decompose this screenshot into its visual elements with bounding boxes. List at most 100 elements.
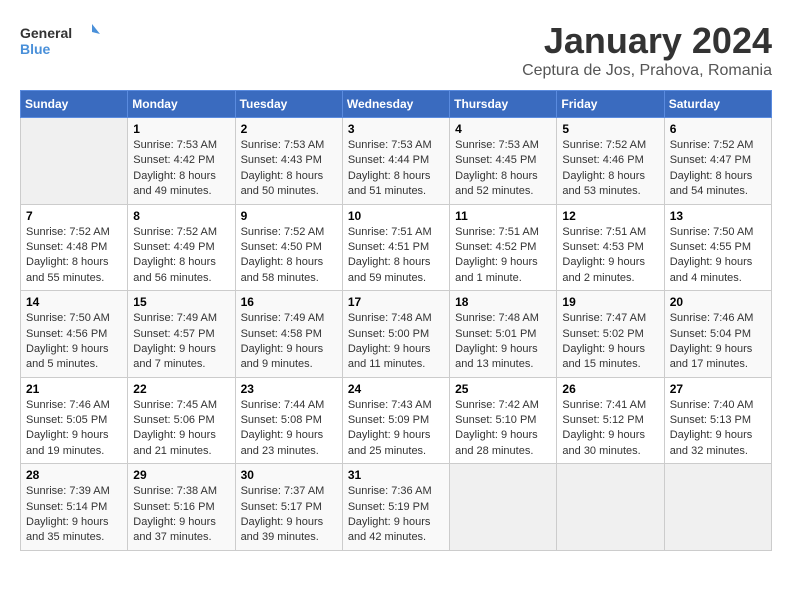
- calendar-cell: 7 Sunrise: 7:52 AMSunset: 4:48 PMDaylight…: [21, 204, 128, 291]
- calendar-cell: 27Sunrise: 7:40 AMSunset: 5:13 PMDayligh…: [664, 377, 771, 464]
- header-cell-tuesday: Tuesday: [235, 91, 342, 118]
- day-info: Sunrise: 7:52 AMSunset: 4:47 PMDaylight:…: [670, 138, 766, 200]
- day-info: Sunrise: 7:44 AMSunset: 5:08 PMDaylight:…: [241, 398, 337, 460]
- day-number: 7: [26, 209, 122, 223]
- day-number: 16: [241, 295, 337, 309]
- calendar-title: January 2024: [522, 20, 772, 62]
- day-info: Sunrise: 7:51 AMSunset: 4:53 PMDaylight:…: [562, 225, 658, 287]
- day-info: Sunrise: 7:53 AMSunset: 4:45 PMDaylight:…: [455, 138, 551, 200]
- day-info: Sunrise: 7:51 AMSunset: 4:52 PMDaylight:…: [455, 225, 551, 287]
- svg-text:Blue: Blue: [20, 41, 51, 57]
- calendar-cell: [450, 464, 557, 551]
- calendar-cell: [21, 118, 128, 205]
- calendar-cell: 20 Sunrise: 7:46 AMSunset: 5:04 PMDayligh…: [664, 291, 771, 378]
- header-row: SundayMondayTuesdayWednesdayThursdayFrid…: [21, 91, 772, 118]
- day-info: Sunrise: 7:53 AMSunset: 4:43 PMDaylight:…: [241, 138, 337, 200]
- header-cell-monday: Monday: [128, 91, 235, 118]
- calendar-cell: 22Sunrise: 7:45 AMSunset: 5:06 PMDayligh…: [128, 377, 235, 464]
- day-number: 8: [133, 209, 229, 223]
- header-cell-wednesday: Wednesday: [342, 91, 449, 118]
- title-block: January 2024 Ceptura de Jos, Prahova, Ro…: [522, 20, 772, 80]
- day-info: Sunrise: 7:42 AMSunset: 5:10 PMDaylight:…: [455, 398, 551, 460]
- svg-text:General: General: [20, 25, 72, 41]
- day-number: 10: [348, 209, 444, 223]
- day-info: Sunrise: 7:49 AMSunset: 4:58 PMDaylight:…: [241, 311, 337, 373]
- logo-svg: General Blue: [20, 20, 100, 62]
- day-number: 9: [241, 209, 337, 223]
- day-info: Sunrise: 7:50 AMSunset: 4:55 PMDaylight:…: [670, 225, 766, 287]
- day-number: 21: [26, 382, 122, 396]
- calendar-cell: 25 Sunrise: 7:42 AMSunset: 5:10 PMDayligh…: [450, 377, 557, 464]
- calendar-cell: [557, 464, 664, 551]
- calendar-cell: 15Sunrise: 7:49 AMSunset: 4:57 PMDayligh…: [128, 291, 235, 378]
- calendar-cell: 28Sunrise: 7:39 AMSunset: 5:14 PMDayligh…: [21, 464, 128, 551]
- calendar-cell: [664, 464, 771, 551]
- day-number: 20: [670, 295, 766, 309]
- day-info: Sunrise: 7:51 AMSunset: 4:51 PMDaylight:…: [348, 225, 444, 287]
- day-number: 29: [133, 468, 229, 482]
- day-info: Sunrise: 7:53 AMSunset: 4:44 PMDaylight:…: [348, 138, 444, 200]
- day-number: 11: [455, 209, 551, 223]
- day-number: 25: [455, 382, 551, 396]
- day-info: Sunrise: 7:49 AMSunset: 4:57 PMDaylight:…: [133, 311, 229, 373]
- day-number: 6: [670, 122, 766, 136]
- day-info: Sunrise: 7:53 AMSunset: 4:42 PMDaylight:…: [133, 138, 229, 200]
- day-number: 18: [455, 295, 551, 309]
- calendar-cell: 17 Sunrise: 7:48 AMSunset: 5:00 PMDayligh…: [342, 291, 449, 378]
- week-row-4: 28Sunrise: 7:39 AMSunset: 5:14 PMDayligh…: [21, 464, 772, 551]
- day-info: Sunrise: 7:47 AMSunset: 5:02 PMDaylight:…: [562, 311, 658, 373]
- day-info: Sunrise: 7:52 AMSunset: 4:48 PMDaylight:…: [26, 225, 122, 287]
- day-info: Sunrise: 7:46 AMSunset: 5:05 PMDaylight:…: [26, 398, 122, 460]
- day-info: Sunrise: 7:39 AMSunset: 5:14 PMDaylight:…: [26, 484, 122, 546]
- day-number: 19: [562, 295, 658, 309]
- calendar-cell: 30Sunrise: 7:37 AMSunset: 5:17 PMDayligh…: [235, 464, 342, 551]
- calendar-cell: 16 Sunrise: 7:49 AMSunset: 4:58 PMDayligh…: [235, 291, 342, 378]
- calendar-cell: 8 Sunrise: 7:52 AMSunset: 4:49 PMDaylight…: [128, 204, 235, 291]
- day-info: Sunrise: 7:46 AMSunset: 5:04 PMDaylight:…: [670, 311, 766, 373]
- calendar-cell: 14 Sunrise: 7:50 AMSunset: 4:56 PMDayligh…: [21, 291, 128, 378]
- day-info: Sunrise: 7:38 AMSunset: 5:16 PMDaylight:…: [133, 484, 229, 546]
- header-cell-thursday: Thursday: [450, 91, 557, 118]
- day-number: 17: [348, 295, 444, 309]
- day-number: 3: [348, 122, 444, 136]
- day-info: Sunrise: 7:37 AMSunset: 5:17 PMDaylight:…: [241, 484, 337, 546]
- calendar-subtitle: Ceptura de Jos, Prahova, Romania: [522, 62, 772, 80]
- week-row-1: 7 Sunrise: 7:52 AMSunset: 4:48 PMDaylight…: [21, 204, 772, 291]
- day-info: Sunrise: 7:52 AMSunset: 4:46 PMDaylight:…: [562, 138, 658, 200]
- day-number: 31: [348, 468, 444, 482]
- calendar-cell: 9 Sunrise: 7:52 AMSunset: 4:50 PMDaylight…: [235, 204, 342, 291]
- day-info: Sunrise: 7:40 AMSunset: 5:13 PMDaylight:…: [670, 398, 766, 460]
- calendar-cell: 3 Sunrise: 7:53 AMSunset: 4:44 PMDaylight…: [342, 118, 449, 205]
- calendar-body: 1 Sunrise: 7:53 AMSunset: 4:42 PMDaylight…: [21, 118, 772, 551]
- calendar-cell: 31 Sunrise: 7:36 AMSunset: 5:19 PMDayligh…: [342, 464, 449, 551]
- calendar-cell: 2 Sunrise: 7:53 AMSunset: 4:43 PMDaylight…: [235, 118, 342, 205]
- day-number: 4: [455, 122, 551, 136]
- calendar-cell: 6 Sunrise: 7:52 AMSunset: 4:47 PMDaylight…: [664, 118, 771, 205]
- day-number: 14: [26, 295, 122, 309]
- calendar-cell: 24 Sunrise: 7:43 AMSunset: 5:09 PMDayligh…: [342, 377, 449, 464]
- calendar-cell: 26Sunrise: 7:41 AMSunset: 5:12 PMDayligh…: [557, 377, 664, 464]
- day-number: 5: [562, 122, 658, 136]
- day-info: Sunrise: 7:50 AMSunset: 4:56 PMDaylight:…: [26, 311, 122, 373]
- calendar-cell: 5 Sunrise: 7:52 AMSunset: 4:46 PMDaylight…: [557, 118, 664, 205]
- day-number: 1: [133, 122, 229, 136]
- header-cell-sunday: Sunday: [21, 91, 128, 118]
- week-row-2: 14 Sunrise: 7:50 AMSunset: 4:56 PMDayligh…: [21, 291, 772, 378]
- day-number: 26: [562, 382, 658, 396]
- day-info: Sunrise: 7:52 AMSunset: 4:49 PMDaylight:…: [133, 225, 229, 287]
- calendar-cell: 4 Sunrise: 7:53 AMSunset: 4:45 PMDaylight…: [450, 118, 557, 205]
- calendar-cell: 11 Sunrise: 7:51 AMSunset: 4:52 PMDayligh…: [450, 204, 557, 291]
- day-number: 23: [241, 382, 337, 396]
- header-cell-saturday: Saturday: [664, 91, 771, 118]
- calendar-cell: 29 Sunrise: 7:38 AMSunset: 5:16 PMDayligh…: [128, 464, 235, 551]
- day-number: 24: [348, 382, 444, 396]
- day-info: Sunrise: 7:43 AMSunset: 5:09 PMDaylight:…: [348, 398, 444, 460]
- calendar-cell: 13Sunrise: 7:50 AMSunset: 4:55 PMDayligh…: [664, 204, 771, 291]
- day-number: 2: [241, 122, 337, 136]
- day-number: 12: [562, 209, 658, 223]
- day-info: Sunrise: 7:48 AMSunset: 5:00 PMDaylight:…: [348, 311, 444, 373]
- day-info: Sunrise: 7:36 AMSunset: 5:19 PMDaylight:…: [348, 484, 444, 546]
- day-info: Sunrise: 7:52 AMSunset: 4:50 PMDaylight:…: [241, 225, 337, 287]
- day-info: Sunrise: 7:48 AMSunset: 5:01 PMDaylight:…: [455, 311, 551, 373]
- calendar-cell: 21 Sunrise: 7:46 AMSunset: 5:05 PMDayligh…: [21, 377, 128, 464]
